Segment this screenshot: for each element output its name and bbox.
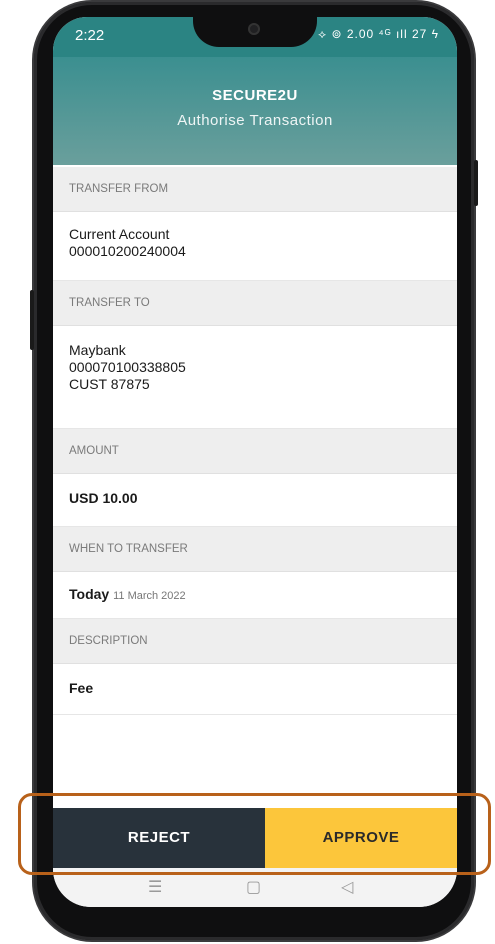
transaction-details: TRANSFER FROM Current Account 0000102002… bbox=[53, 167, 457, 715]
transfer-from-label: TRANSFER FROM bbox=[53, 167, 457, 212]
transfer-date: 11 March 2022 bbox=[113, 590, 186, 602]
transfer-to-reference: CUST 87875 bbox=[69, 376, 150, 392]
camera-icon bbox=[248, 23, 260, 35]
when-to-transfer-value: Today 11 March 2022 bbox=[53, 572, 457, 619]
transfer-to-account-number: 000070100338805 bbox=[69, 359, 186, 375]
amount-label: AMOUNT bbox=[53, 429, 457, 474]
page-subtitle: Authorise Transaction bbox=[177, 112, 333, 129]
transfer-from-account-name: Current Account bbox=[69, 226, 170, 242]
description-label: DESCRIPTION bbox=[53, 619, 457, 664]
status-icons: ⟡ ⊚ 2.00 ⁴ᴳ ıll 27 ϟ bbox=[318, 27, 439, 41]
app-screen: 2:22 ⟡ ⊚ 2.00 ⁴ᴳ ıll 27 ϟ SECURE2U Autho… bbox=[53, 17, 457, 907]
back-icon[interactable]: ◁ bbox=[341, 877, 353, 897]
buttons-highlight-box bbox=[18, 793, 491, 875]
home-icon[interactable]: ▢ bbox=[246, 877, 261, 897]
menu-icon[interactable]: ☰ bbox=[148, 877, 162, 897]
description-value: Fee bbox=[53, 664, 457, 715]
transfer-to-value: Maybank 000070100338805 CUST 87875 bbox=[53, 326, 457, 429]
transfer-from-value: Current Account 000010200240004 bbox=[53, 212, 457, 281]
transfer-to-bank: Maybank bbox=[69, 342, 126, 358]
transfer-from-account-number: 000010200240004 bbox=[69, 243, 186, 259]
phone-side-button-left bbox=[30, 290, 34, 350]
transfer-day: Today bbox=[69, 586, 110, 602]
phone-side-button-right bbox=[474, 160, 478, 206]
camera-notch bbox=[193, 17, 317, 47]
status-time: 2:22 bbox=[75, 27, 105, 44]
transfer-to-label: TRANSFER TO bbox=[53, 281, 457, 326]
app-header: SECURE2U Authorise Transaction bbox=[53, 57, 457, 165]
page-title: SECURE2U bbox=[212, 87, 298, 104]
amount-value: USD 10.00 bbox=[53, 474, 457, 527]
when-to-transfer-label: WHEN TO TRANSFER bbox=[53, 527, 457, 572]
